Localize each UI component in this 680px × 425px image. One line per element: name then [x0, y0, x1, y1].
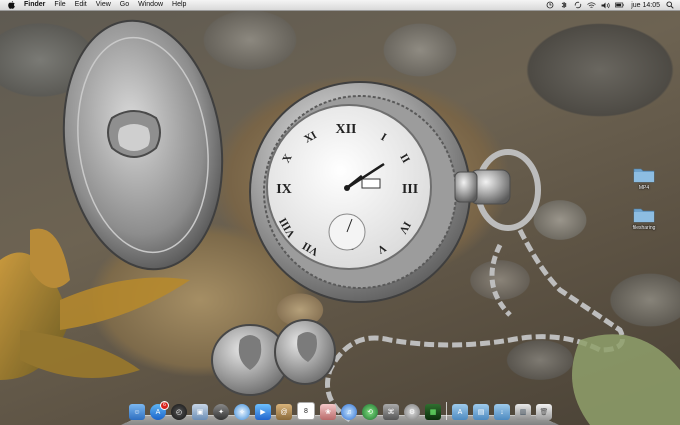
- dock-downloads-folder[interactable]: ↓: [494, 404, 510, 420]
- dock-photo-booth[interactable]: ❀: [320, 404, 336, 420]
- address-book-icon: @: [280, 408, 288, 416]
- dock-finder[interactable]: ☺: [129, 404, 145, 420]
- bluetooth-icon[interactable]: [559, 1, 568, 9]
- spotlight-search-icon[interactable]: [665, 1, 674, 9]
- coins: [211, 319, 336, 396]
- folder-icon: [633, 166, 655, 183]
- time-machine-icon: ⟲: [367, 409, 373, 416]
- dock-trash[interactable]: 🗑: [536, 404, 552, 420]
- svg-text:XII: XII: [335, 122, 356, 137]
- dock-applications-folder[interactable]: A: [452, 404, 468, 420]
- folder-icon: [633, 206, 655, 223]
- dock-network-utility[interactable]: ⌘: [383, 404, 399, 420]
- finder-icon: ☺: [133, 408, 141, 416]
- desktop-folder-label: MP4: [638, 185, 650, 191]
- menu-clock[interactable]: jue 14:05: [631, 2, 660, 9]
- sync-icon[interactable]: [573, 1, 582, 9]
- calendar-icon: 8: [304, 407, 308, 415]
- folder-icon: ▤: [477, 409, 485, 416]
- itunes-icon: ♫: [346, 408, 352, 416]
- folder-icon: A: [457, 408, 463, 416]
- menu-window[interactable]: Window: [138, 0, 163, 10]
- folder-icon: ↓: [500, 408, 504, 416]
- dock-stack[interactable]: ▥: [515, 404, 531, 420]
- photos-icon: ❀: [325, 409, 331, 416]
- battery-icon[interactable]: [615, 1, 624, 9]
- dock-address-book[interactable]: @: [276, 404, 292, 420]
- dock-app-store[interactable]: A 6: [150, 401, 169, 420]
- menu-help[interactable]: Help: [172, 0, 186, 10]
- volume-icon[interactable]: [601, 1, 610, 9]
- pocket-watch: XII III VI IX I II IV V VII VIII X XI: [249, 81, 478, 303]
- desktop-folder-label: filesharing: [632, 225, 656, 231]
- watch-bow: [469, 149, 541, 231]
- dashboard-icon: ◴: [175, 409, 183, 416]
- stack-icon: ▥: [519, 409, 527, 416]
- menu-file[interactable]: File: [54, 0, 65, 10]
- menu-go[interactable]: Go: [120, 0, 129, 10]
- dock: ☺ A 6 ◴ ▣ ✦ ✧ ▶ @ 8 ❀ ♫ ⟲ ⌘ ⚙ ▦ A ▤ ↓ ▥ …: [121, 395, 559, 425]
- dock-console[interactable]: ▦: [425, 404, 441, 420]
- desktop-folder-mp4[interactable]: MP4: [627, 166, 661, 191]
- dock-itunes[interactable]: ♫: [341, 404, 357, 420]
- gear-icon: ⚙: [408, 409, 416, 416]
- dock-safari[interactable]: ✧: [234, 404, 250, 420]
- wifi-icon[interactable]: [587, 1, 596, 9]
- apple-menu-icon[interactable]: [8, 1, 16, 10]
- dock-preview[interactable]: ▣: [192, 404, 208, 420]
- dock-time-machine[interactable]: ⟲: [362, 404, 378, 420]
- network-icon: ⌘: [387, 409, 395, 416]
- dock-calendar[interactable]: 8: [297, 402, 315, 420]
- watch-lid: [62, 19, 224, 271]
- preview-icon: ▣: [196, 409, 204, 416]
- wallpaper-scene: XII III VI IX I II IV V VII VIII X XI: [0, 19, 680, 425]
- trash-icon: 🗑: [539, 409, 549, 416]
- tool-icon: ✦: [218, 409, 224, 416]
- app-store-badge: 6: [160, 401, 169, 410]
- menu-view[interactable]: View: [96, 0, 111, 10]
- app-store-icon: A: [155, 408, 161, 416]
- dock-separator: [446, 402, 447, 420]
- dock-facetime[interactable]: ▶: [255, 404, 271, 420]
- menu-app-name[interactable]: Finder: [24, 0, 45, 10]
- safari-icon: ✧: [239, 409, 245, 416]
- terminal-icon: ▦: [429, 409, 437, 416]
- menu-edit[interactable]: Edit: [75, 0, 87, 10]
- svg-text:IX: IX: [276, 182, 292, 197]
- dock-documents-folder[interactable]: ▤: [473, 404, 489, 420]
- dock-system-preferences[interactable]: ⚙: [404, 404, 420, 420]
- menu-bar: Finder File Edit View Go Window Help jue…: [0, 0, 680, 11]
- svg-text:III: III: [402, 182, 418, 197]
- desktop-folder-filesharing[interactable]: filesharing: [627, 206, 661, 231]
- dock-system-tool[interactable]: ✦: [213, 404, 229, 420]
- facetime-icon: ▶: [260, 409, 266, 416]
- time-machine-status-icon[interactable]: [545, 1, 554, 9]
- dock-dashboard[interactable]: ◴: [171, 404, 187, 420]
